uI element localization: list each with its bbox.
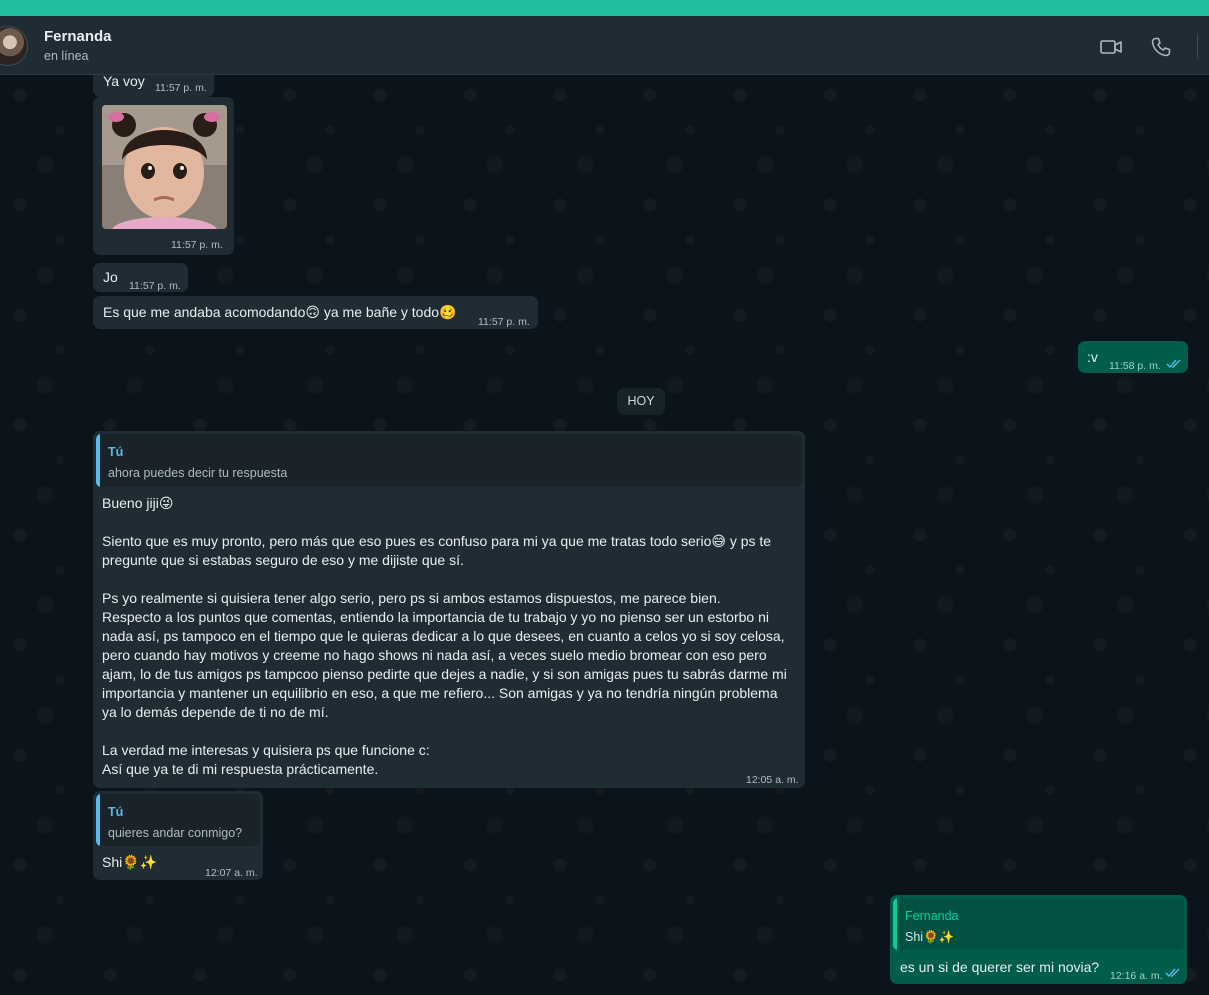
message-time: 11:57 p. m.	[129, 280, 181, 292]
quote-author: Fernanda	[905, 909, 959, 923]
message-time: 11:57 p. m.	[155, 82, 207, 94]
message-photo[interactable]	[102, 105, 227, 229]
quote-text: ahora puedes decir tu respuesta	[108, 466, 288, 480]
message-line: pero cuando hay motivos y creeme no hago…	[102, 647, 767, 663]
message-bubble-incoming[interactable]: Tú ahora puedes decir tu respuesta Bueno…	[93, 431, 805, 788]
message-time: 12:16 a. m.	[1110, 970, 1163, 982]
message-line: ajam, lo de tus amigos ps tampcoo pienso…	[102, 666, 787, 682]
message-line: Así que ya te di mi respuesta prácticame…	[102, 761, 379, 777]
header-divider	[1197, 34, 1198, 58]
message-line: La verdad me interesas y quisiera ps que…	[102, 742, 430, 758]
video-call-icon[interactable]	[1099, 35, 1123, 59]
quote-text: quieres andar conmigo?	[108, 826, 243, 840]
quoted-message[interactable]: Tú quieres andar conmigo?	[96, 794, 260, 846]
message-text: Jo	[103, 269, 118, 285]
message-line: ya lo demás depende de ti no de mí.	[102, 704, 329, 720]
conversation-panel[interactable]: Ya voy 11:57 p. m. 11:57 p. m. Jo 11:57 …	[0, 75, 1209, 995]
quote-accent-bar	[96, 794, 100, 846]
message-text: Es que me andaba acomodando🙃 ya me bañe …	[103, 304, 457, 320]
message-line: Siento que es muy pronto, pero más que e…	[102, 533, 772, 549]
message-time: 11:57 p. m.	[478, 316, 530, 328]
message-time: 11:58 p. m.	[1109, 360, 1161, 372]
quote-author: Tú	[108, 805, 124, 819]
quoted-message[interactable]: Fernanda Shi🌻✨	[893, 898, 1184, 950]
voice-call-icon[interactable]	[1149, 35, 1173, 59]
contact-avatar[interactable]	[0, 26, 28, 66]
quote-author: Tú	[108, 445, 124, 459]
message-bubble-incoming[interactable]: Ya voy 11:57 p. m.	[93, 75, 214, 97]
message-bubble-incoming[interactable]: Es que me andaba acomodando🙃 ya me bañe …	[93, 296, 538, 329]
message-bubble-outgoing[interactable]: :v 11:58 p. m.	[1078, 341, 1188, 373]
message-bubble-incoming[interactable]: Tú quieres andar conmigo? Shi🌻✨ 12:07 a.…	[93, 791, 263, 880]
message-text: :v	[1087, 349, 1098, 365]
message-line: importancia y mantener un equilibrio en …	[102, 685, 778, 701]
read-receipt-icon	[1166, 359, 1181, 369]
contact-status: en línea	[44, 49, 89, 63]
message-line: Respecto a los puntos que comentas, enti…	[102, 609, 769, 625]
message-bubble-outgoing[interactable]: Fernanda Shi🌻✨ es un si de querer ser mi…	[890, 895, 1187, 984]
message-text: Ya voy	[103, 75, 145, 89]
quote-accent-bar	[96, 434, 100, 487]
message-bubble-incoming[interactable]: Jo 11:57 p. m.	[93, 263, 188, 292]
quote-accent-bar	[893, 898, 897, 950]
message-line: nada así, ps tampoco en el tiempo que le…	[102, 628, 785, 644]
contact-name[interactable]: Fernanda	[44, 28, 112, 45]
message-line: Ps yo realmente si quisiera tener algo s…	[102, 590, 721, 606]
message-time: 11:57 p. m.	[171, 239, 223, 251]
message-time: 12:05 a. m.	[746, 774, 799, 786]
day-divider: HOY	[617, 388, 665, 415]
message-text: Bueno jiji😜 Siento que es muy pronto, pe…	[102, 494, 787, 779]
message-text: es un si de querer ser mi novia?	[900, 959, 1100, 975]
message-line: Bueno jiji😜	[102, 495, 174, 511]
message-line: pregunte que si estabas seguro de eso y …	[102, 552, 464, 568]
message-time: 12:07 a. m.	[205, 867, 258, 879]
message-text: Shi🌻✨	[102, 854, 158, 870]
read-receipt-icon	[1165, 968, 1180, 978]
image-message-bubble[interactable]: 11:57 p. m.	[93, 97, 234, 255]
quoted-message[interactable]: Tú ahora puedes decir tu respuesta	[96, 434, 802, 487]
window-top-strip	[0, 0, 1209, 16]
quote-text: Shi🌻✨	[905, 930, 955, 944]
chat-header[interactable]: Fernanda en línea	[0, 16, 1209, 75]
